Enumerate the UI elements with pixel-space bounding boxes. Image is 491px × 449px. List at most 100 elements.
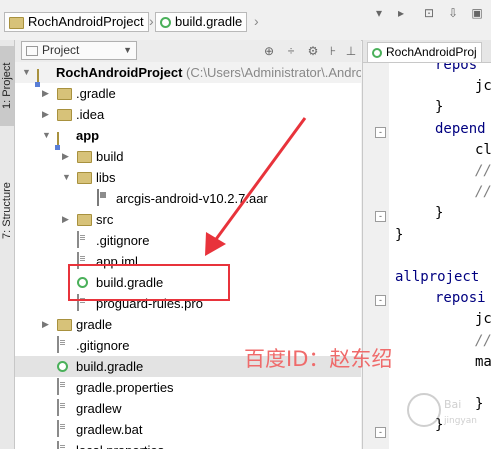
tree-item-text: .gradle (76, 86, 116, 101)
project-panel-header: Project ▼ ⊕ ÷ ⚙ ⊦ ⊥ (15, 40, 361, 63)
fold-marker-icon[interactable]: - (375, 295, 386, 306)
code-line: } (395, 226, 404, 243)
fold-marker-icon[interactable]: - (375, 127, 386, 138)
code-line: jc (475, 311, 491, 328)
svg-text:Bai: Bai (444, 398, 461, 411)
gear-icon[interactable]: ⚙ (305, 43, 321, 59)
tab-project[interactable]: 1: Project (0, 46, 14, 126)
tree-item[interactable]: gradle.properties (15, 377, 361, 398)
tree-item[interactable]: ▼ RochAndroidProject (C:\Users\Administra… (15, 62, 361, 86)
tree-item[interactable]: ▶ src (15, 209, 361, 230)
tree-item-label: local.properties (76, 440, 164, 449)
tree-item-text: gradle.properties (76, 380, 174, 395)
project-view-selector[interactable]: Project ▼ (21, 41, 137, 60)
pin-icon[interactable]: ⊦ (325, 43, 341, 59)
tree-item-label: .gradle (76, 83, 116, 104)
editor-tab-bar: RochAndroidProj (362, 40, 491, 63)
toolbar-icon[interactable]: ⇩ (444, 4, 462, 22)
code-line: // (475, 332, 491, 349)
tree-item[interactable]: gradlew (15, 398, 361, 419)
locate-icon[interactable]: ⊕ (261, 43, 277, 59)
watermark-text: 百度ID：赵东绍 (244, 347, 393, 371)
tree-item-text: gradle (76, 317, 113, 332)
tool-window-strip: 1: Project 7: Structure (0, 40, 15, 449)
tree-item-text: .idea (76, 107, 105, 122)
tab-structure[interactable]: 7: Structure (0, 170, 14, 252)
expand-arrow-icon[interactable]: ▼ (42, 125, 52, 146)
expand-arrow-icon[interactable]: ▼ (22, 62, 32, 83)
tree-item[interactable]: gradlew.bat (15, 419, 361, 440)
breadcrumb-separator-icon: › (254, 13, 259, 29)
watermark-logo: Bai jingyan (407, 393, 477, 427)
file-icon (57, 378, 59, 395)
code-line: // (475, 184, 491, 201)
tree-item-label: app (76, 125, 99, 146)
tree-item-label: src (96, 209, 113, 230)
tree-item-text: RochAndroidProject (56, 65, 183, 80)
collapse-arrow-icon[interactable]: ▶ (42, 83, 52, 104)
tree-item-text: app (76, 128, 100, 143)
code-line: jc (475, 78, 491, 95)
code-line: } (435, 99, 444, 116)
folder-icon (77, 151, 92, 163)
tree-item[interactable]: .gitignore (15, 230, 361, 251)
code-line: reposi (435, 290, 486, 307)
folder-icon (57, 319, 72, 331)
tree-item-text: build (96, 149, 124, 164)
tree-item[interactable]: ▶ build (15, 146, 361, 167)
tree-item-text: arcgis-android-v10.2.7.aar (116, 191, 268, 206)
file-icon (57, 399, 59, 416)
tree-item[interactable]: arcgis-android-v10.2.7.aar (15, 188, 361, 209)
tree-item-label: build (96, 146, 123, 167)
tree-item[interactable]: local.properties (15, 440, 361, 449)
breadcrumb-project[interactable]: RochAndroidProject (4, 12, 149, 32)
project-tree: ▼ RochAndroidProject (C:\Users\Administra… (15, 62, 361, 449)
tree-item-text: src (96, 212, 114, 227)
toolbar-icon[interactable]: ▾ (370, 4, 388, 22)
collapse-arrow-icon[interactable]: ▶ (42, 104, 52, 125)
expand-arrow-icon[interactable]: ▼ (62, 167, 72, 188)
folder-icon (57, 88, 72, 100)
code-line: ma (475, 353, 491, 370)
tree-item-label: gradlew (76, 398, 122, 419)
code-line: } (435, 205, 444, 222)
gradle-icon (372, 47, 382, 58)
tree-item-label: gradle.properties (76, 377, 174, 398)
tree-item[interactable]: ▶ .gradle (15, 83, 361, 104)
editor-tab[interactable]: RochAndroidProj (367, 42, 482, 62)
tree-item-label: arcgis-android-v10.2.7.aar (116, 188, 268, 209)
tree-item-label: RochAndroidProject (C:\Users\Administrat… (56, 62, 361, 83)
code-line: cl (475, 141, 491, 158)
file-icon (77, 231, 79, 248)
toolbar-icon[interactable]: ▣ (468, 4, 486, 22)
code-line: // (475, 163, 491, 179)
tree-item[interactable]: ▼ app (15, 125, 361, 149)
collapse-arrow-icon[interactable]: ▶ (62, 209, 72, 230)
fold-marker-icon[interactable]: - (375, 427, 386, 438)
svg-text:jingyan: jingyan (443, 416, 477, 426)
breadcrumb-file[interactable]: build.gradle (155, 12, 248, 32)
collapse-arrow-icon[interactable]: ▶ (42, 314, 52, 335)
tree-item-label: .gitignore (96, 230, 149, 251)
tree-item-label: build.gradle (76, 356, 143, 377)
collapse-arrow-icon[interactable]: ▶ (62, 146, 72, 167)
tree-item[interactable]: ▶ gradle (15, 314, 361, 335)
tree-item-label: gradle (76, 314, 112, 335)
gradle-icon (160, 17, 171, 29)
file-icon (57, 336, 59, 353)
folder-icon (26, 45, 38, 56)
code-line: allproject (395, 269, 480, 285)
toolbar-icon[interactable]: ▸ (392, 4, 410, 22)
collapse-all-icon[interactable]: ÷ (283, 43, 299, 59)
library-icon (97, 189, 99, 206)
fold-marker-icon[interactable]: - (375, 211, 386, 222)
tree-item-path: (C:\Users\Administrator\.Andro (186, 65, 361, 80)
tree-item[interactable]: ▼ libs (15, 167, 361, 188)
hide-icon[interactable]: ⊥ (343, 43, 359, 59)
tree-item-label: .idea (76, 104, 104, 125)
tree-item-label: .gitignore (76, 335, 129, 356)
toolbar-icon[interactable]: ⊡ (420, 4, 438, 22)
tree-item[interactable]: ▶ .idea (15, 104, 361, 125)
highlight-box (68, 264, 230, 301)
tree-item-text: gradlew.bat (76, 422, 143, 437)
